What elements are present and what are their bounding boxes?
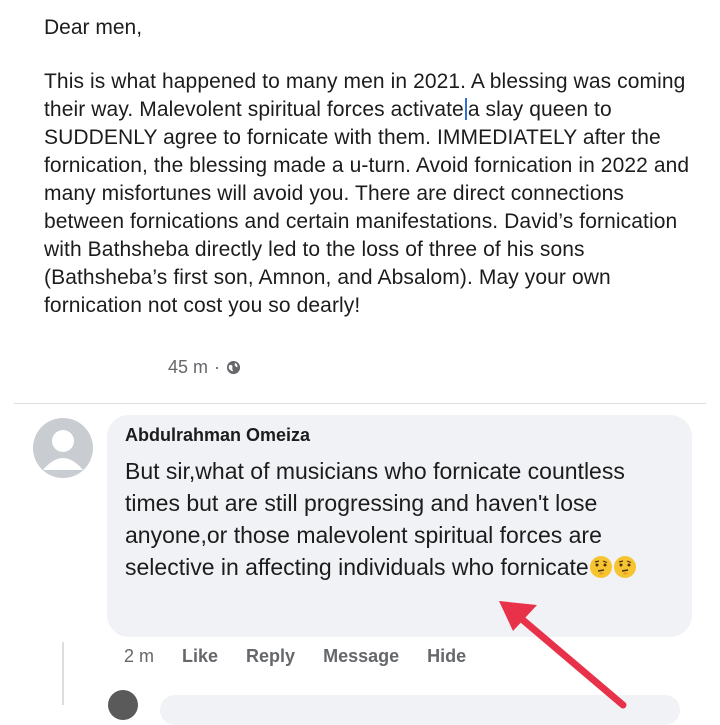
default-avatar-icon [43, 430, 83, 470]
thinking-face-icon [589, 556, 612, 578]
post: Dear men, This is what happened to many … [44, 14, 694, 320]
reply-avatar[interactable] [108, 690, 138, 720]
post-time[interactable]: 45 m [168, 357, 208, 378]
meta-separator: · [214, 357, 221, 377]
comments-divider [14, 403, 706, 404]
post-body-part-2: a slay queen to SUDDENLY agree to fornic… [44, 98, 690, 317]
reply-button[interactable]: Reply [246, 646, 295, 667]
post-meta: 45 m · [168, 357, 241, 378]
message-button[interactable]: Message [323, 646, 399, 667]
hide-button[interactable]: Hide [427, 646, 466, 667]
reply-thread-line [62, 642, 64, 705]
avatar[interactable] [33, 418, 93, 478]
comment-time[interactable]: 2 m [124, 646, 154, 667]
comment-author[interactable]: Abdulrahman Omeiza [125, 425, 310, 446]
comment-body: But sir,what of musicians who fornicate … [125, 458, 625, 580]
text-cursor [464, 98, 467, 120]
post-salutation: Dear men, [44, 16, 143, 39]
comment-text: But sir,what of musicians who fornicate … [125, 455, 685, 583]
post-body: This is what happened to many men in 202… [44, 68, 694, 320]
red-arrow-annotation [499, 601, 627, 709]
like-button[interactable]: Like [182, 646, 218, 667]
comment-actions: 2 m Like Reply Message Hide [124, 646, 466, 667]
globe-icon [226, 360, 241, 375]
thinking-face-icon [613, 556, 636, 578]
